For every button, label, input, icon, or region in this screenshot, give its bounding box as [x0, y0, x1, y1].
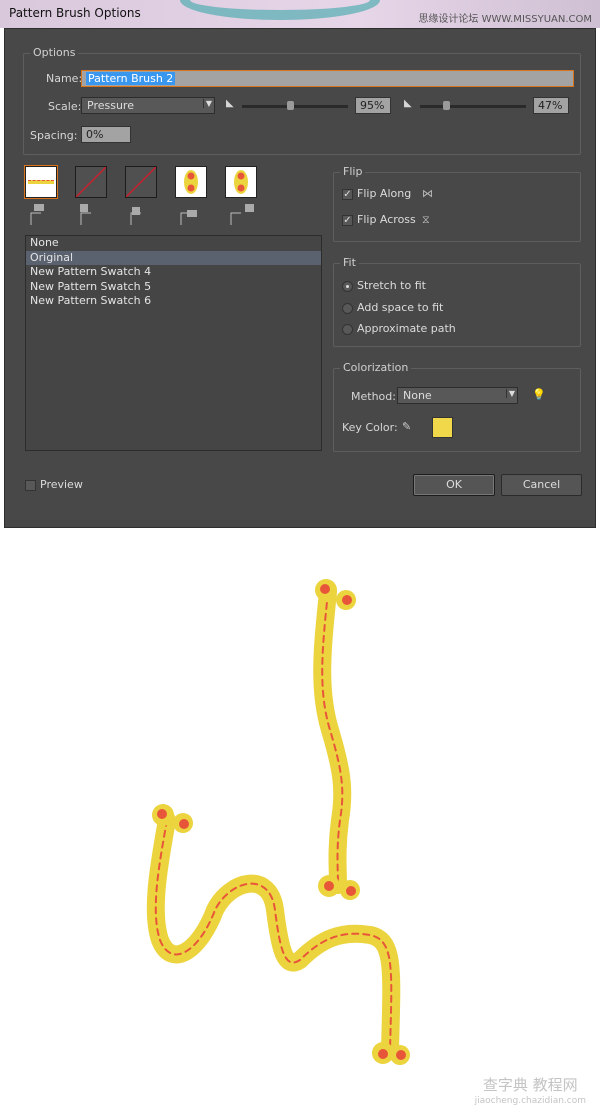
- flip-along-checkbox[interactable]: ✓ Flip Along: [342, 187, 411, 200]
- name-input[interactable]: Pattern Brush 2: [81, 70, 574, 87]
- fit-label: Add space to fit: [357, 301, 444, 314]
- min-scale-thumb[interactable]: [287, 101, 294, 110]
- tips-lightbulb-icon[interactable]: 💡: [532, 388, 546, 401]
- checkbox-checked[interactable]: ✓: [342, 188, 353, 200]
- method-value: None: [403, 389, 432, 402]
- min-scale-slider[interactable]: [242, 105, 348, 108]
- fit-legend: Fit: [340, 256, 359, 269]
- list-item[interactable]: New Pattern Swatch 5: [26, 280, 321, 295]
- max-scale-input[interactable]: 47%: [533, 97, 569, 114]
- name-value: Pattern Brush 2: [86, 72, 176, 85]
- spacing-input[interactable]: 0%: [81, 126, 131, 143]
- no-tile-icon: [125, 166, 157, 198]
- checkbox[interactable]: [25, 479, 36, 491]
- brush-end-caps: [152, 579, 410, 1065]
- cancel-button[interactable]: Cancel: [501, 474, 582, 496]
- max-scale-icon: ◣: [404, 98, 412, 109]
- end-tile[interactable]: [225, 166, 257, 198]
- tile-position-icons: [30, 204, 254, 225]
- options-legend: Options: [30, 46, 79, 59]
- flip-across-checkbox[interactable]: ✓ Flip Across: [342, 213, 416, 226]
- eyedropper-icon[interactable]: ✎: [402, 420, 411, 433]
- name-label: Name:: [46, 72, 83, 85]
- method-dropdown[interactable]: None ▼: [397, 387, 518, 404]
- key-color-swatch[interactable]: [432, 417, 453, 438]
- watermark-text: 查字典 教程网: [482, 1076, 578, 1094]
- left-brush-stroke: [146, 811, 401, 1059]
- watermark: 思缘设计论坛 WWW.MISSYUAN.COM: [418, 14, 592, 25]
- flip-along-label: Flip Along: [357, 187, 412, 200]
- ok-button[interactable]: OK: [413, 474, 495, 496]
- colorization-legend: Colorization: [340, 361, 412, 374]
- no-tile-icon: [75, 166, 107, 198]
- list-item[interactable]: New Pattern Swatch 6: [26, 294, 321, 309]
- spacing-label: Spacing:: [30, 129, 78, 142]
- list-item[interactable]: New Pattern Swatch 4: [26, 265, 321, 280]
- fit-option-approximate[interactable]: Approximate path: [342, 322, 456, 335]
- background-decoration: [180, 0, 380, 20]
- flip-across-label: Flip Across: [357, 213, 416, 226]
- list-item-selected[interactable]: Original: [26, 250, 321, 265]
- swatch-list[interactable]: None Original New Pattern Swatch 4 New P…: [25, 235, 322, 451]
- chevron-down-icon: ▼: [505, 389, 515, 398]
- flip-legend: Flip: [340, 165, 366, 178]
- side-tile[interactable]: [24, 165, 58, 199]
- flip-along-icon: ⋈: [422, 187, 433, 200]
- radio[interactable]: [342, 302, 353, 314]
- pattern-brush-dialog: Options Name: Pattern Brush 2 Scale: Pre…: [4, 28, 596, 528]
- min-scale-icon: ◣: [226, 98, 234, 109]
- min-scale-input[interactable]: 95%: [355, 97, 391, 114]
- preview-checkbox[interactable]: Preview: [25, 478, 83, 491]
- flip-group: Flip ✓ Flip Along ⋈ ✓ Flip Across ⧖: [333, 165, 581, 242]
- scale-value: Pressure: [87, 99, 134, 112]
- chevron-down-icon: ▼: [202, 99, 212, 108]
- fit-label: Stretch to fit: [357, 279, 426, 292]
- watermark-url: jiaocheng.chazidian.com: [474, 1096, 586, 1106]
- window-title: Pattern Brush Options: [9, 6, 141, 20]
- fit-option-stretch[interactable]: Stretch to fit: [342, 279, 426, 292]
- pattern-preview: [28, 180, 54, 184]
- outer-corner-tile[interactable]: [75, 166, 107, 198]
- fit-group: Fit Stretch to fit Add space to fit Appr…: [333, 256, 581, 347]
- title-bar: Pattern Brush Options 思缘设计论坛 WWW.MISSYUA…: [0, 0, 600, 28]
- scale-dropdown[interactable]: Pressure ▼: [81, 97, 215, 114]
- start-tile-preview: [184, 170, 198, 194]
- radio[interactable]: [342, 323, 353, 335]
- start-tile[interactable]: [175, 166, 207, 198]
- flip-across-icon: ⧖: [422, 213, 430, 226]
- brush-stroke-artwork: [146, 579, 410, 1065]
- options-group: Options Name: Pattern Brush 2 Scale: Pre…: [23, 46, 581, 155]
- end-tile-preview: [234, 170, 248, 194]
- fit-label: Approximate path: [357, 322, 456, 335]
- method-label: Method:: [351, 390, 396, 403]
- preview-label: Preview: [40, 478, 83, 491]
- list-item[interactable]: None: [26, 236, 321, 251]
- checkbox-checked[interactable]: ✓: [342, 214, 353, 226]
- max-scale-thumb[interactable]: [443, 101, 450, 110]
- key-color-label: Key Color:: [342, 421, 398, 434]
- fit-option-add-space[interactable]: Add space to fit: [342, 301, 443, 314]
- scale-label: Scale:: [48, 100, 82, 113]
- radio-selected[interactable]: [342, 280, 353, 292]
- inner-corner-tile[interactable]: [125, 166, 157, 198]
- colorization-group: Colorization Method: None ▼ 💡 Key Color: …: [333, 361, 581, 452]
- max-scale-slider[interactable]: [420, 105, 526, 108]
- bottom-watermark: 查字典 教程网 jiaocheng.chazidian.com: [475, 1077, 586, 1109]
